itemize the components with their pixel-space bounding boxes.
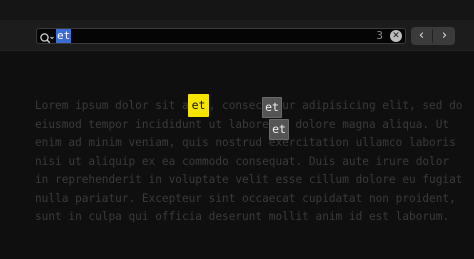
document-text: Lorem ipsum dolor sit amet, consectetur …: [35, 97, 465, 227]
match-highlight: et: [269, 119, 289, 140]
search-icon: [39, 30, 55, 44]
find-bar: et 3 ✕ ‹ ›: [0, 20, 474, 51]
text-line: eiusmod tempor incididunt ut labore et d…: [35, 117, 450, 131]
text-line: nisi ut aliquip ex ea commodo consequat.…: [35, 154, 450, 168]
previous-match-button[interactable]: ‹: [411, 27, 432, 45]
match-highlight: et: [262, 97, 282, 118]
text-line: Lorem ipsum dolor sit amet, consectetur …: [35, 99, 463, 112]
find-input-value: et: [56, 29, 72, 43]
active-match-highlight: et: [188, 94, 209, 117]
text-line: in reprehenderit in voluptate velit esse…: [35, 173, 463, 186]
next-match-button[interactable]: ›: [434, 27, 455, 45]
match-count: 3: [376, 29, 383, 42]
text-line: sunt in culpa qui officia deserunt molli…: [35, 210, 450, 223]
window-top-bar: [0, 0, 474, 20]
nav-divider: [432, 29, 433, 43]
text-line: enim ad minim veniam, quis nostrud exerc…: [35, 136, 456, 149]
text-line: nulla pariatur. Excepteur sint occaecat …: [35, 191, 456, 205]
find-input[interactable]: et 3 ✕: [36, 28, 406, 44]
clear-search-icon[interactable]: ✕: [390, 30, 402, 42]
match-navigation: ‹ ›: [411, 27, 455, 45]
